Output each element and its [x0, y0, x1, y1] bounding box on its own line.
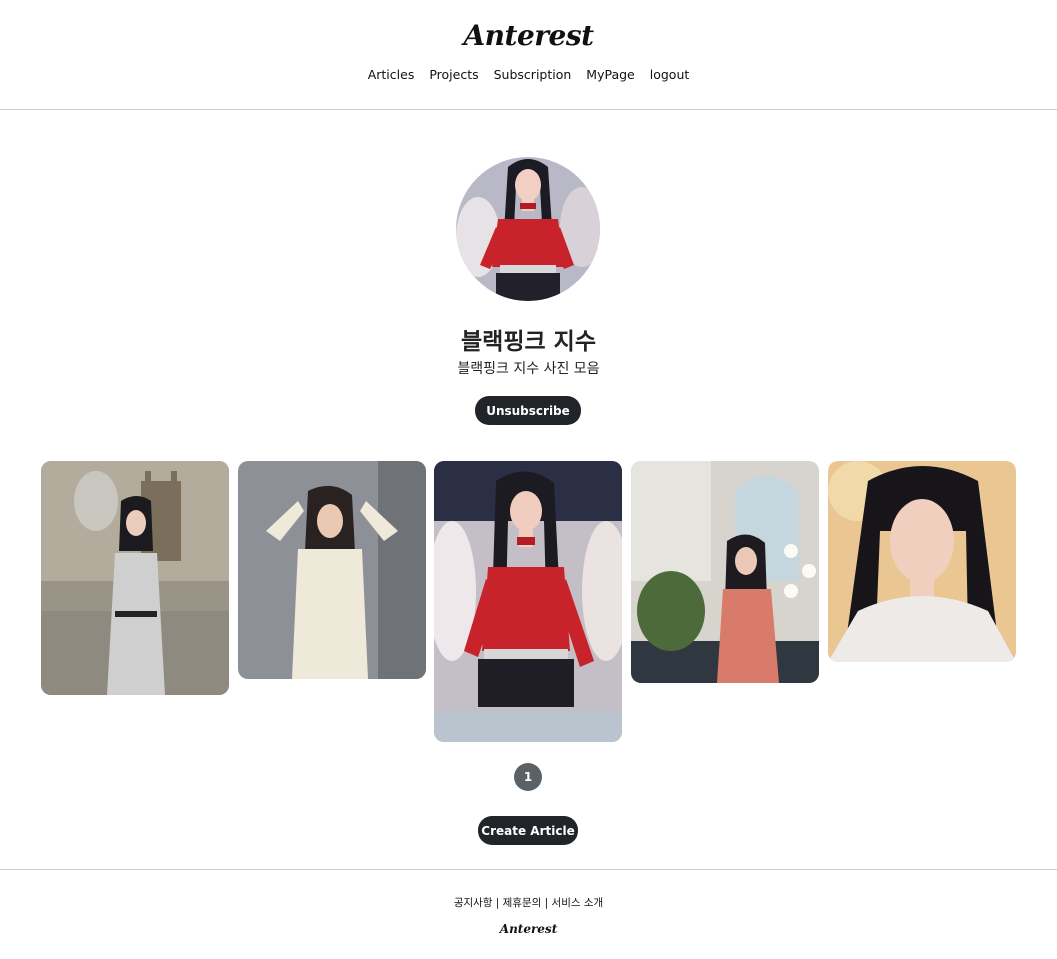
project-title: 블랙핑크 지수 [461, 329, 596, 355]
nav-logout[interactable]: logout [650, 67, 690, 82]
article-thumbnail [238, 461, 426, 679]
article-card[interactable] [828, 461, 1016, 662]
footer-link-notice[interactable]: 공지사항 [454, 897, 493, 909]
footer-links: 공지사항 | 제휴문의 | 서비스 소개 [0, 895, 1057, 910]
article-card[interactable] [41, 461, 229, 695]
main-nav: Articles Projects Subscription MyPage lo… [0, 67, 1057, 82]
nav-subscription[interactable]: Subscription [494, 67, 572, 82]
nav-projects[interactable]: Projects [429, 67, 478, 82]
footer-link-about[interactable]: 서비스 소개 [552, 897, 604, 909]
pagination-page-1[interactable]: 1 [514, 763, 542, 791]
article-card[interactable] [434, 461, 622, 742]
nav-mypage[interactable]: MyPage [586, 67, 634, 82]
site-header: Anterest Articles Projects Subscription … [0, 0, 1057, 110]
nav-articles[interactable]: Articles [368, 67, 415, 82]
article-thumbnail [41, 461, 229, 695]
project-avatar [456, 157, 600, 301]
create-article-button[interactable]: Create Article [478, 816, 578, 845]
site-footer: 공지사항 | 제휴문의 | 서비스 소개 Anterest [0, 869, 1057, 959]
unsubscribe-button[interactable]: Unsubscribe [475, 396, 581, 425]
article-thumbnail [631, 461, 819, 683]
footer-separator: | [541, 897, 552, 909]
footer-logo: Anterest [499, 922, 558, 936]
article-card[interactable] [238, 461, 426, 679]
article-thumbnail [434, 461, 622, 742]
site-logo[interactable]: Anterest [0, 19, 1057, 52]
project-description: 블랙핑크 지수 사진 모음 [457, 361, 600, 377]
article-card[interactable] [631, 461, 819, 683]
footer-link-partnership[interactable]: 제휴문의 [503, 897, 542, 909]
article-thumbnail [828, 461, 1016, 662]
footer-separator: | [492, 897, 503, 909]
